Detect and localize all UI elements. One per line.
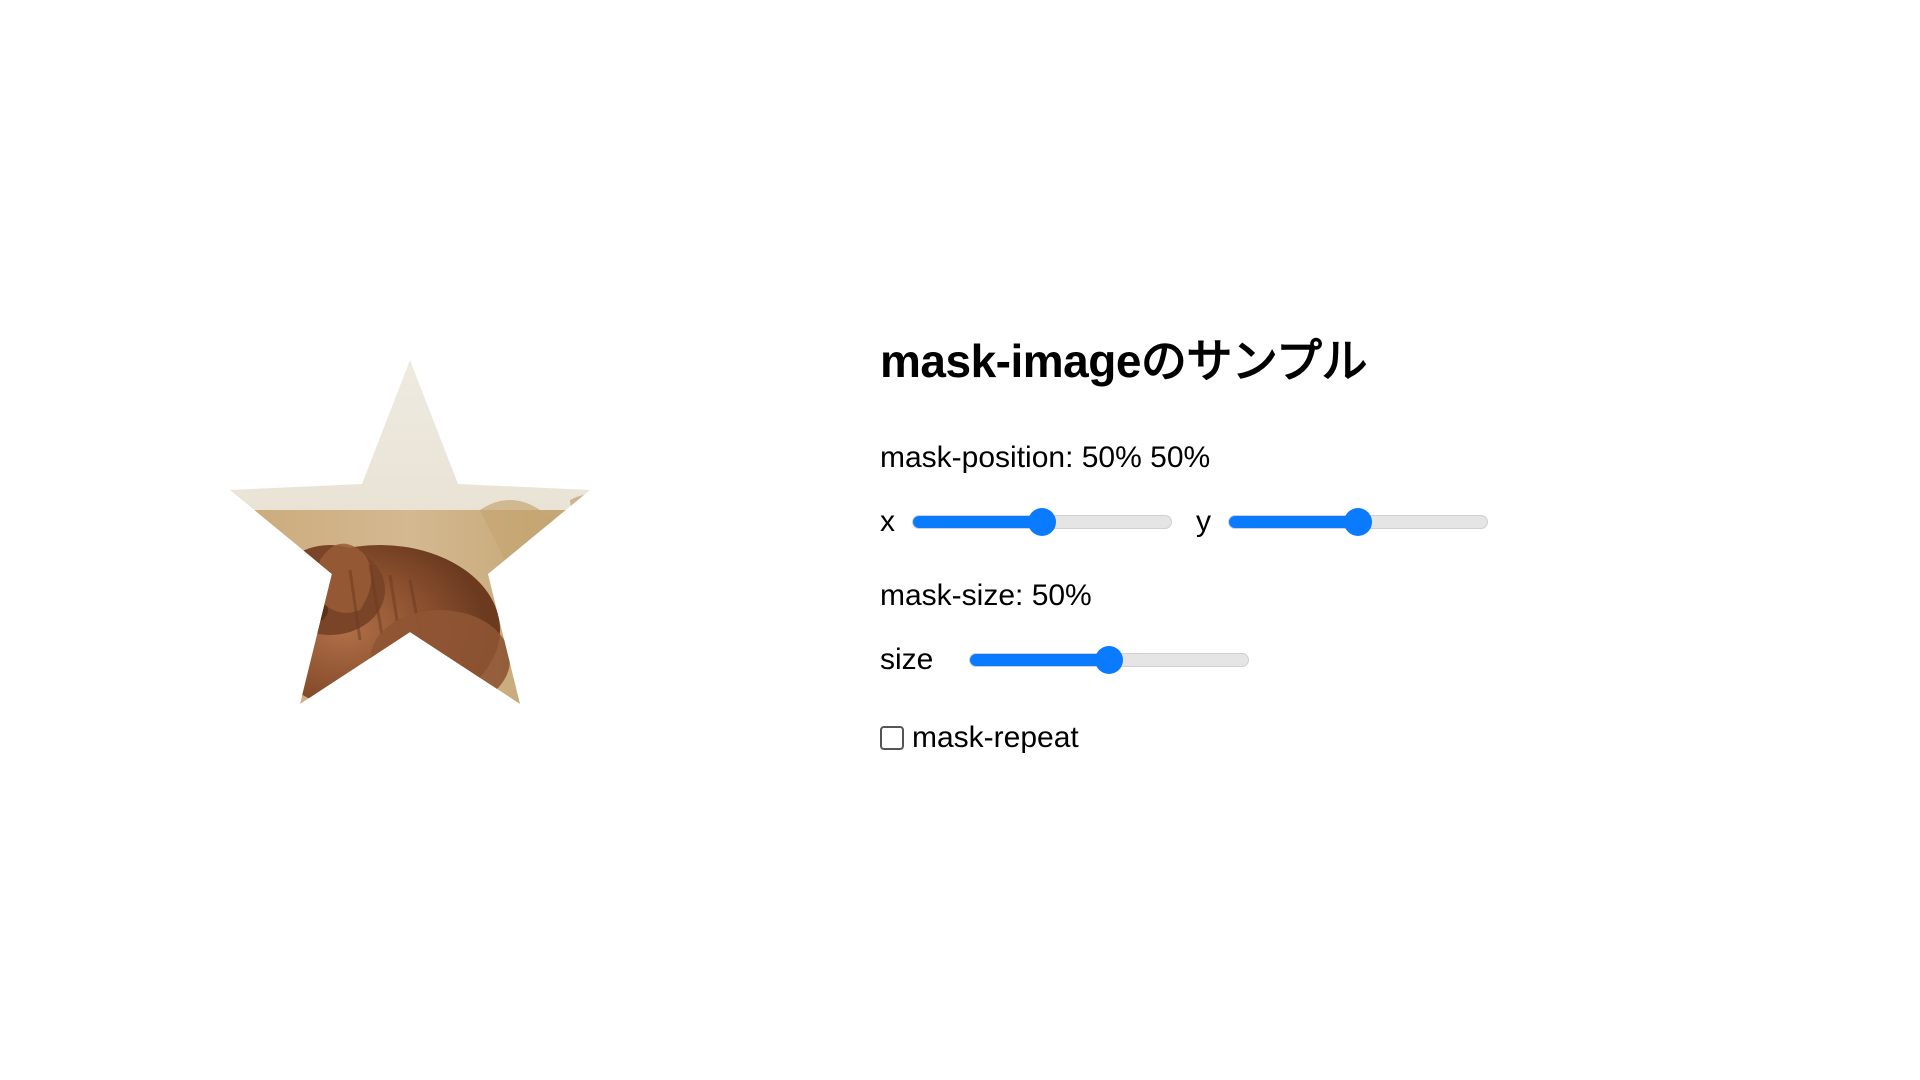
size-slider[interactable]: [969, 653, 1249, 667]
x-label: x: [880, 505, 902, 539]
controls-panel: mask-imageのサンプル mask-position: 50% 50% x…: [880, 325, 1580, 755]
size-label: size: [880, 643, 933, 677]
star-masked-image: [200, 330, 620, 750]
mask-preview: [200, 330, 620, 750]
mask-position-value: 50% 50%: [1082, 441, 1210, 474]
position-sliders-row: x y: [880, 505, 1580, 539]
main-container: mask-imageのサンプル mask-position: 50% 50% x…: [0, 325, 1920, 755]
y-slider[interactable]: [1228, 515, 1488, 529]
x-slider[interactable]: [912, 515, 1172, 529]
mask-size-label: mask-size: 50%: [880, 579, 1580, 613]
mask-position-label: mask-position: 50% 50%: [880, 441, 1580, 475]
size-slider-row: size: [880, 643, 1580, 677]
y-slider-group: y: [1196, 505, 1488, 539]
page-title: mask-imageのサンプル: [880, 325, 1580, 391]
mask-position-prefix: mask-position:: [880, 441, 1082, 474]
y-label: y: [1196, 505, 1218, 539]
mask-repeat-label: mask-repeat: [912, 721, 1079, 755]
mask-size-prefix: mask-size:: [880, 579, 1032, 612]
mask-size-value: 50%: [1032, 579, 1092, 612]
mask-repeat-row: mask-repeat: [880, 721, 1580, 755]
mask-repeat-checkbox[interactable]: [880, 726, 904, 750]
x-slider-group: x: [880, 505, 1172, 539]
